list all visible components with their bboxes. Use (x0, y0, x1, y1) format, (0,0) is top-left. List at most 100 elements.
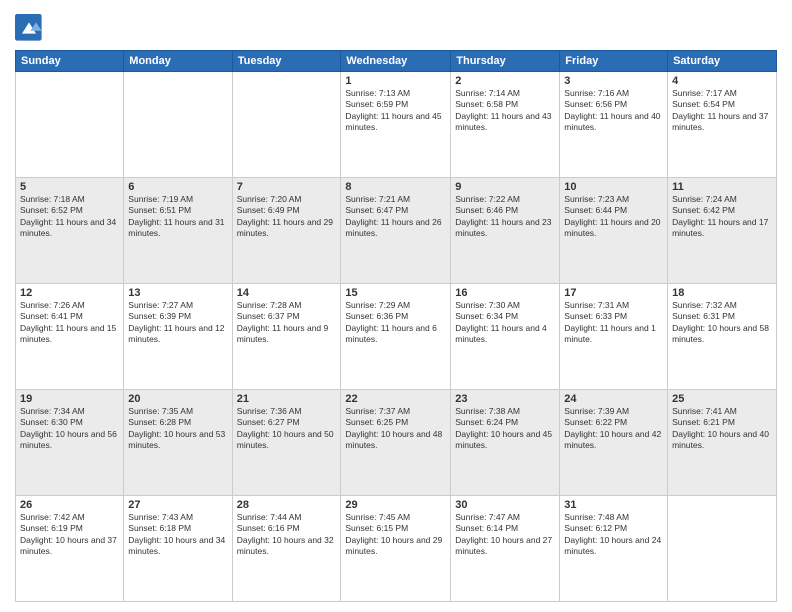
calendar-cell: 12Sunrise: 7:26 AM Sunset: 6:41 PM Dayli… (16, 284, 124, 390)
calendar-cell: 20Sunrise: 7:35 AM Sunset: 6:28 PM Dayli… (124, 390, 232, 496)
day-number: 16 (455, 287, 555, 299)
calendar-cell: 11Sunrise: 7:24 AM Sunset: 6:42 PM Dayli… (668, 178, 777, 284)
day-info: Sunrise: 7:34 AM Sunset: 6:30 PM Dayligh… (20, 406, 119, 452)
calendar-week-row: 1Sunrise: 7:13 AM Sunset: 6:59 PM Daylig… (16, 72, 777, 178)
day-info: Sunrise: 7:38 AM Sunset: 6:24 PM Dayligh… (455, 406, 555, 452)
calendar-cell: 2Sunrise: 7:14 AM Sunset: 6:58 PM Daylig… (451, 72, 560, 178)
day-number: 21 (237, 393, 337, 405)
day-number: 12 (20, 287, 119, 299)
day-number: 7 (237, 181, 337, 193)
calendar-cell: 19Sunrise: 7:34 AM Sunset: 6:30 PM Dayli… (16, 390, 124, 496)
day-number: 19 (20, 393, 119, 405)
calendar-table: SundayMondayTuesdayWednesdayThursdayFrid… (15, 50, 777, 602)
day-number: 18 (672, 287, 772, 299)
calendar-cell: 25Sunrise: 7:41 AM Sunset: 6:21 PM Dayli… (668, 390, 777, 496)
day-info: Sunrise: 7:28 AM Sunset: 6:37 PM Dayligh… (237, 300, 337, 346)
calendar-cell: 4Sunrise: 7:17 AM Sunset: 6:54 PM Daylig… (668, 72, 777, 178)
calendar-cell: 13Sunrise: 7:27 AM Sunset: 6:39 PM Dayli… (124, 284, 232, 390)
day-info: Sunrise: 7:19 AM Sunset: 6:51 PM Dayligh… (128, 194, 227, 240)
calendar-cell: 28Sunrise: 7:44 AM Sunset: 6:16 PM Dayli… (232, 496, 341, 602)
day-number: 14 (237, 287, 337, 299)
calendar-day-header: Wednesday (341, 51, 451, 72)
day-info: Sunrise: 7:14 AM Sunset: 6:58 PM Dayligh… (455, 88, 555, 134)
header (15, 10, 777, 42)
calendar-day-header: Monday (124, 51, 232, 72)
page: SundayMondayTuesdayWednesdayThursdayFrid… (0, 0, 792, 612)
day-number: 1 (345, 75, 446, 87)
day-number: 30 (455, 499, 555, 511)
day-number: 24 (564, 393, 663, 405)
day-number: 11 (672, 181, 772, 193)
day-info: Sunrise: 7:30 AM Sunset: 6:34 PM Dayligh… (455, 300, 555, 346)
day-number: 29 (345, 499, 446, 511)
calendar-cell (232, 72, 341, 178)
calendar-cell: 9Sunrise: 7:22 AM Sunset: 6:46 PM Daylig… (451, 178, 560, 284)
day-number: 4 (672, 75, 772, 87)
calendar-cell: 17Sunrise: 7:31 AM Sunset: 6:33 PM Dayli… (560, 284, 668, 390)
calendar-day-header: Thursday (451, 51, 560, 72)
day-info: Sunrise: 7:16 AM Sunset: 6:56 PM Dayligh… (564, 88, 663, 134)
calendar-day-header: Friday (560, 51, 668, 72)
calendar-cell: 18Sunrise: 7:32 AM Sunset: 6:31 PM Dayli… (668, 284, 777, 390)
calendar-cell: 8Sunrise: 7:21 AM Sunset: 6:47 PM Daylig… (341, 178, 451, 284)
calendar-cell: 21Sunrise: 7:36 AM Sunset: 6:27 PM Dayli… (232, 390, 341, 496)
calendar-cell: 23Sunrise: 7:38 AM Sunset: 6:24 PM Dayli… (451, 390, 560, 496)
day-number: 5 (20, 181, 119, 193)
day-info: Sunrise: 7:29 AM Sunset: 6:36 PM Dayligh… (345, 300, 446, 346)
day-info: Sunrise: 7:23 AM Sunset: 6:44 PM Dayligh… (564, 194, 663, 240)
day-info: Sunrise: 7:45 AM Sunset: 6:15 PM Dayligh… (345, 512, 446, 558)
day-number: 15 (345, 287, 446, 299)
day-number: 31 (564, 499, 663, 511)
calendar-week-row: 26Sunrise: 7:42 AM Sunset: 6:19 PM Dayli… (16, 496, 777, 602)
day-number: 10 (564, 181, 663, 193)
day-info: Sunrise: 7:44 AM Sunset: 6:16 PM Dayligh… (237, 512, 337, 558)
day-info: Sunrise: 7:17 AM Sunset: 6:54 PM Dayligh… (672, 88, 772, 134)
calendar-cell: 24Sunrise: 7:39 AM Sunset: 6:22 PM Dayli… (560, 390, 668, 496)
calendar-day-header: Tuesday (232, 51, 341, 72)
calendar-cell: 22Sunrise: 7:37 AM Sunset: 6:25 PM Dayli… (341, 390, 451, 496)
day-number: 25 (672, 393, 772, 405)
day-info: Sunrise: 7:13 AM Sunset: 6:59 PM Dayligh… (345, 88, 446, 134)
day-info: Sunrise: 7:48 AM Sunset: 6:12 PM Dayligh… (564, 512, 663, 558)
day-info: Sunrise: 7:32 AM Sunset: 6:31 PM Dayligh… (672, 300, 772, 346)
calendar-cell (16, 72, 124, 178)
calendar-cell: 6Sunrise: 7:19 AM Sunset: 6:51 PM Daylig… (124, 178, 232, 284)
day-number: 23 (455, 393, 555, 405)
day-number: 20 (128, 393, 227, 405)
calendar-cell: 5Sunrise: 7:18 AM Sunset: 6:52 PM Daylig… (16, 178, 124, 284)
day-info: Sunrise: 7:43 AM Sunset: 6:18 PM Dayligh… (128, 512, 227, 558)
day-number: 17 (564, 287, 663, 299)
day-info: Sunrise: 7:36 AM Sunset: 6:27 PM Dayligh… (237, 406, 337, 452)
calendar-cell: 1Sunrise: 7:13 AM Sunset: 6:59 PM Daylig… (341, 72, 451, 178)
calendar-cell: 14Sunrise: 7:28 AM Sunset: 6:37 PM Dayli… (232, 284, 341, 390)
day-number: 9 (455, 181, 555, 193)
day-info: Sunrise: 7:27 AM Sunset: 6:39 PM Dayligh… (128, 300, 227, 346)
day-info: Sunrise: 7:20 AM Sunset: 6:49 PM Dayligh… (237, 194, 337, 240)
calendar-day-header: Sunday (16, 51, 124, 72)
day-info: Sunrise: 7:47 AM Sunset: 6:14 PM Dayligh… (455, 512, 555, 558)
day-number: 26 (20, 499, 119, 511)
calendar-cell (668, 496, 777, 602)
calendar-day-header: Saturday (668, 51, 777, 72)
calendar-cell: 29Sunrise: 7:45 AM Sunset: 6:15 PM Dayli… (341, 496, 451, 602)
day-info: Sunrise: 7:39 AM Sunset: 6:22 PM Dayligh… (564, 406, 663, 452)
calendar-header-row: SundayMondayTuesdayWednesdayThursdayFrid… (16, 51, 777, 72)
day-info: Sunrise: 7:37 AM Sunset: 6:25 PM Dayligh… (345, 406, 446, 452)
day-number: 2 (455, 75, 555, 87)
calendar-cell: 27Sunrise: 7:43 AM Sunset: 6:18 PM Dayli… (124, 496, 232, 602)
calendar-cell: 15Sunrise: 7:29 AM Sunset: 6:36 PM Dayli… (341, 284, 451, 390)
calendar-cell (124, 72, 232, 178)
day-info: Sunrise: 7:41 AM Sunset: 6:21 PM Dayligh… (672, 406, 772, 452)
logo-icon (15, 14, 43, 42)
calendar-week-row: 5Sunrise: 7:18 AM Sunset: 6:52 PM Daylig… (16, 178, 777, 284)
day-number: 6 (128, 181, 227, 193)
day-info: Sunrise: 7:35 AM Sunset: 6:28 PM Dayligh… (128, 406, 227, 452)
calendar-week-row: 12Sunrise: 7:26 AM Sunset: 6:41 PM Dayli… (16, 284, 777, 390)
logo (15, 14, 47, 42)
day-number: 13 (128, 287, 227, 299)
day-info: Sunrise: 7:42 AM Sunset: 6:19 PM Dayligh… (20, 512, 119, 558)
calendar-cell: 16Sunrise: 7:30 AM Sunset: 6:34 PM Dayli… (451, 284, 560, 390)
day-number: 8 (345, 181, 446, 193)
day-number: 3 (564, 75, 663, 87)
calendar-cell: 10Sunrise: 7:23 AM Sunset: 6:44 PM Dayli… (560, 178, 668, 284)
